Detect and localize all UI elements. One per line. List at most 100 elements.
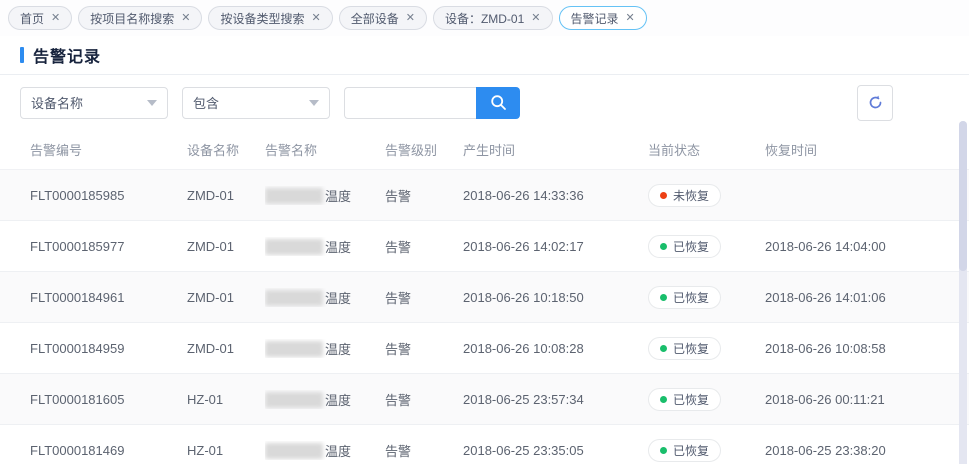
alarm-level: 告警 [385, 339, 463, 358]
status-cell: 已恢复 [648, 286, 765, 309]
device-name: ZMD-01 [187, 341, 265, 356]
filter-toolbar: 设备名称 包含 [0, 75, 969, 130]
close-icon[interactable]: ✕ [311, 13, 320, 24]
redacted-text-blur [265, 341, 323, 357]
tab-alarm-records[interactable]: 告警记录 ✕ [559, 6, 647, 30]
column-header-device-name: 设备名称 [187, 140, 265, 159]
status-dot-icon [660, 294, 667, 301]
scrollbar-thumb[interactable] [959, 121, 967, 271]
field-select-value: 设备名称 [31, 93, 83, 112]
close-icon[interactable]: ✕ [51, 13, 60, 24]
recover-time: 2018-06-26 10:08:58 [765, 341, 945, 356]
tab-label: 设备：ZMD-01 [445, 10, 524, 27]
status-badge: 已恢复 [648, 439, 721, 462]
tab-label: 首页 [20, 10, 44, 27]
alarm-id: FLT0000185985 [30, 188, 187, 203]
status-badge: 已恢复 [648, 286, 721, 309]
status-dot-icon [660, 243, 667, 250]
alarm-level: 告警 [385, 186, 463, 205]
search-input[interactable] [344, 87, 476, 119]
alarm-name: 温度 [265, 441, 385, 460]
chevron-down-icon [309, 100, 319, 106]
close-icon[interactable]: ✕ [626, 13, 635, 24]
tab-all-devices[interactable]: 全部设备 ✕ [339, 6, 427, 30]
status-cell: 已恢复 [648, 439, 765, 462]
redacted-text-blur [265, 443, 323, 459]
column-header-recover-time: 恢复时间 [765, 140, 945, 159]
alarm-id: FLT0000185977 [30, 239, 187, 254]
recover-time: 2018-06-26 14:01:06 [765, 290, 945, 305]
recover-time: 2018-06-25 23:38:20 [765, 443, 945, 458]
table-row[interactable]: FLT0000181469 HZ-01 温度 告警 2018-06-25 23:… [0, 425, 969, 464]
operator-select[interactable]: 包含 [182, 87, 330, 119]
tab-label: 全部设备 [351, 10, 399, 27]
device-name: HZ-01 [187, 443, 265, 458]
device-name: HZ-01 [187, 392, 265, 407]
chevron-down-icon [147, 100, 157, 106]
alarm-name: 温度 [265, 390, 385, 409]
tab-device-zmd01[interactable]: 设备：ZMD-01 ✕ [433, 6, 553, 30]
redacted-text-blur [265, 392, 323, 408]
field-select[interactable]: 设备名称 [20, 87, 168, 119]
alarm-level: 告警 [385, 237, 463, 256]
search-icon [490, 94, 507, 111]
page-title: 告警记录 [33, 43, 101, 67]
redacted-text-blur [265, 188, 323, 204]
status-badge: 已恢复 [648, 388, 721, 411]
tab-search-by-project[interactable]: 按项目名称搜索 ✕ [78, 6, 202, 30]
alarm-id: FLT0000181605 [30, 392, 187, 407]
status-dot-icon [660, 345, 667, 352]
tab-home[interactable]: 首页 ✕ [8, 6, 72, 30]
status-cell: 已恢复 [648, 235, 765, 258]
tab-bar: 首页 ✕ 按项目名称搜索 ✕ 按设备类型搜索 ✕ 全部设备 ✕ 设备：ZMD-0… [0, 0, 969, 36]
refresh-button[interactable] [857, 85, 893, 121]
occur-time: 2018-06-25 23:35:05 [463, 443, 648, 458]
vertical-scrollbar[interactable] [959, 121, 967, 464]
alarm-id: FLT0000184959 [30, 341, 187, 356]
status-badge: 已恢复 [648, 235, 721, 258]
column-header-alarm-level: 告警级别 [385, 140, 463, 159]
title-accent-bar [20, 47, 24, 63]
alarm-name: 温度 [265, 237, 385, 256]
alarm-records-panel: 告警记录 设备名称 包含 告警编号 [0, 36, 969, 464]
table-row[interactable]: FLT0000184961 ZMD-01 温度 告警 2018-06-26 10… [0, 272, 969, 323]
close-icon[interactable]: ✕ [406, 13, 415, 24]
column-header-alarm-id: 告警编号 [30, 140, 187, 159]
column-header-current-status: 当前状态 [648, 140, 765, 159]
occur-time: 2018-06-26 10:08:28 [463, 341, 648, 356]
table-row[interactable]: FLT0000181605 HZ-01 温度 告警 2018-06-25 23:… [0, 374, 969, 425]
page-title-row: 告警记录 [0, 36, 969, 75]
operator-select-value: 包含 [193, 93, 219, 112]
close-icon[interactable]: ✕ [531, 13, 540, 24]
redacted-text-blur [265, 239, 323, 255]
status-cell: 已恢复 [648, 337, 765, 360]
device-name: ZMD-01 [187, 239, 265, 254]
occur-time: 2018-06-26 14:02:17 [463, 239, 648, 254]
status-dot-icon [660, 192, 667, 199]
table-row[interactable]: FLT0000185985 ZMD-01 温度 告警 2018-06-26 14… [0, 170, 969, 221]
status-badge: 已恢复 [648, 337, 721, 360]
alarm-name: 温度 [265, 339, 385, 358]
alarm-name: 温度 [265, 186, 385, 205]
table-row[interactable]: FLT0000184959 ZMD-01 温度 告警 2018-06-26 10… [0, 323, 969, 374]
recover-time: 2018-06-26 14:04:00 [765, 239, 945, 254]
refresh-icon [867, 94, 884, 111]
search-button[interactable] [476, 87, 520, 119]
status-cell: 已恢复 [648, 388, 765, 411]
device-name: ZMD-01 [187, 290, 265, 305]
close-icon[interactable]: ✕ [181, 13, 190, 24]
occur-time: 2018-06-25 23:57:34 [463, 392, 648, 407]
alarm-level: 告警 [385, 288, 463, 307]
status-badge: 未恢复 [648, 184, 721, 207]
recover-time: 2018-06-26 00:11:21 [765, 392, 945, 407]
tab-search-by-device-type[interactable]: 按设备类型搜索 ✕ [208, 6, 332, 30]
tab-label: 按设备类型搜索 [220, 10, 304, 27]
status-dot-icon [660, 396, 667, 403]
table-row[interactable]: FLT0000185977 ZMD-01 温度 告警 2018-06-26 14… [0, 221, 969, 272]
alarm-name: 温度 [265, 288, 385, 307]
tab-label: 告警记录 [571, 10, 619, 27]
redacted-text-blur [265, 290, 323, 306]
column-header-alarm-name: 告警名称 [265, 140, 385, 159]
alarm-id: FLT0000181469 [30, 443, 187, 458]
column-header-occur-time: 产生时间 [463, 140, 648, 159]
